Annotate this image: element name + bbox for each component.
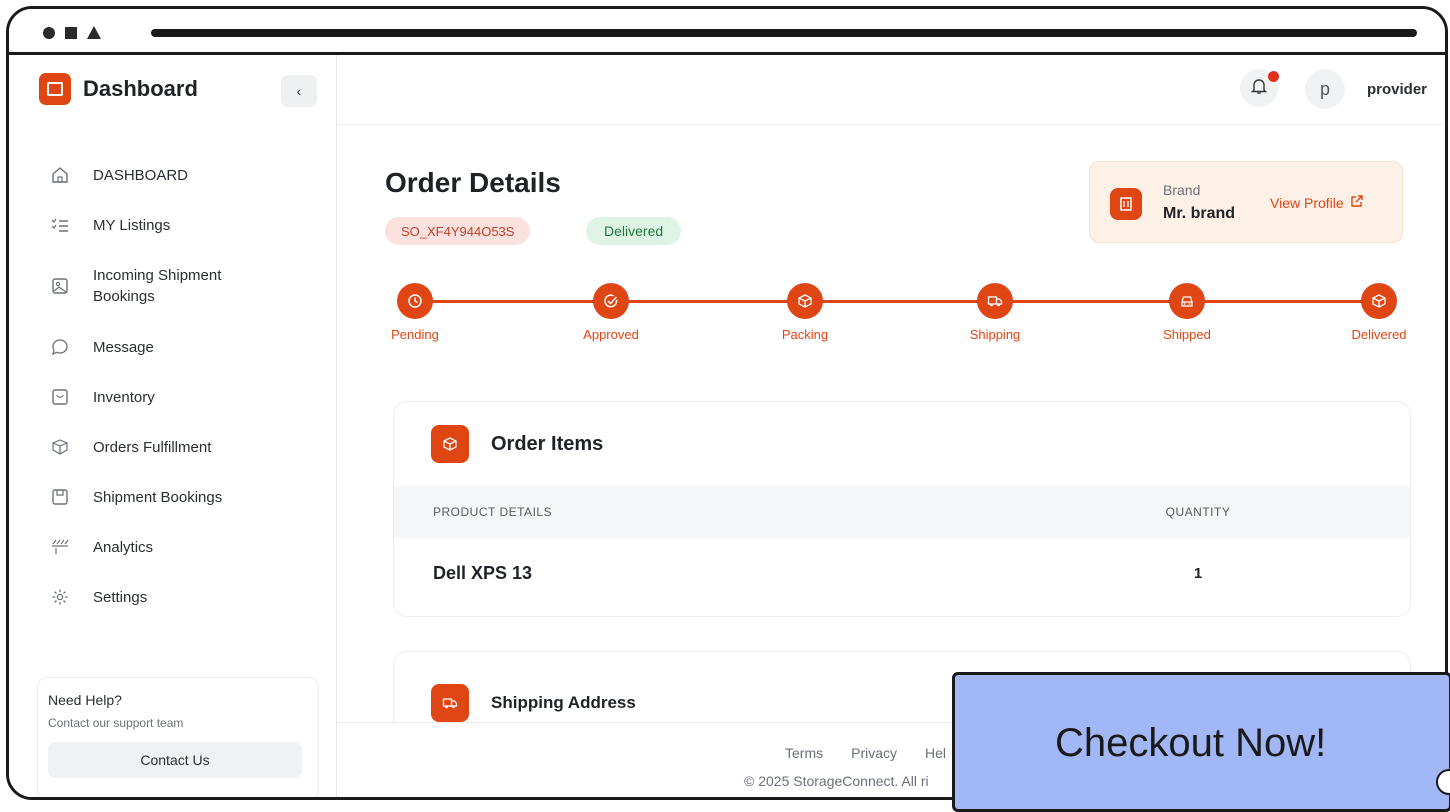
sidebar-item-settings[interactable]: Settings [49,572,273,622]
topbar: p provider [337,55,1445,125]
sidebar-item-label: Analytics [93,538,154,556]
app-logo-icon [39,73,71,105]
package-icon [787,283,823,319]
truck-icon [431,684,469,722]
notification-dot [1268,71,1279,82]
contact-us-button[interactable]: Contact Us [48,742,302,778]
chat-icon [49,336,71,358]
footer-link-terms[interactable]: Terms [785,745,823,761]
window-controls [43,26,101,39]
sidebar-item-label: Message [93,338,154,356]
order-items-title: Order Items [491,432,604,455]
home-icon [49,164,71,186]
notifications-button[interactable] [1240,69,1279,107]
column-header-quantity: QUANTITY [1165,505,1231,519]
view-profile-link[interactable]: View Profile [1270,194,1364,211]
box-icon [49,386,71,408]
brand-name: Mr. brand [1163,205,1236,222]
brand-card: Brand Mr. brand View Profile [1089,161,1403,243]
app-brand[interactable]: Dashboard [39,73,198,105]
sidebar-item-label: Incoming Shipment Bookings [93,267,222,305]
sidebar-item-label: Shipment Bookings [93,488,223,506]
car-icon [1169,283,1205,319]
sidebar-item-incoming-shipment-bookings[interactable]: Incoming Shipment Bookings [49,250,273,322]
external-link-icon [1350,194,1364,211]
footer-link-help[interactable]: Hel [925,745,946,761]
product-name: Dell XPS 13 [433,562,533,583]
order-items-header: Order Items [394,402,1410,486]
booking-icon [49,486,71,508]
check-circle-icon [593,283,629,319]
address-bar[interactable] [151,29,1417,37]
truck-icon [977,283,1013,319]
shipping-address-title: Shipping Address [491,693,636,712]
building-icon [1110,188,1142,220]
step-approved: Approved [566,283,656,342]
sidebar-item-label: DASHBOARD [93,166,189,184]
sidebar-item-inventory[interactable]: Inventory [49,372,273,422]
step-label: Shipped [1163,327,1211,342]
gear-icon [49,586,71,608]
sidebar-item-my-listings[interactable]: MY Listings [49,200,273,250]
step-label: Shipping [969,327,1021,342]
sidebar-item-label: MY Listings [93,216,171,234]
user-name[interactable]: provider [1367,81,1427,98]
help-card: Need Help? Contact our support team Cont… [37,677,319,797]
column-header-product: PRODUCT DETAILS [433,505,553,519]
sidebar-item-orders-fulfillment[interactable]: Orders Fulfillment [49,422,273,472]
page-title: Order Details [385,167,561,198]
sidebar-nav: DASHBOARD MY Listings Incoming Shipment … [49,150,273,622]
package-icon [1361,283,1397,319]
sidebar-item-label: Orders Fulfillment [93,438,212,456]
app-title: Dashboard [83,76,198,101]
table-header: PRODUCT DETAILS QUANTITY [394,486,1410,538]
sidebar-item-label: Settings [93,588,148,606]
image-icon [49,275,71,297]
help-title: Need Help? [48,692,122,708]
avatar[interactable]: p [1305,69,1345,109]
sidebar-item-shipment-bookings[interactable]: Shipment Bookings [49,472,273,522]
window-circle-control[interactable] [43,26,55,39]
view-profile-label: View Profile [1270,194,1344,211]
package-icon [431,425,469,463]
order-items-card: Order Items PRODUCT DETAILS QUANTITY Del… [393,401,1411,617]
checkout-now-label: Checkout Now! [1055,721,1327,765]
footer-link-privacy[interactable]: Privacy [851,745,897,761]
bell-icon [1250,77,1268,100]
step-label: Delivered [1351,327,1407,342]
sidebar: Dashboard ‹ DASHBOARD MY Listings Incomi… [9,55,337,797]
step-label: Approved [583,327,639,342]
footer-copyright: © 2025 StorageConnect. All ri [744,773,929,789]
sidebar-item-label: Inventory [93,388,155,406]
order-progress-tracker: Pending Approved Packing Shipping Shippe… [385,283,1406,343]
step-label: Packing [781,327,829,342]
package-icon [49,436,71,458]
product-quantity: 1 [1193,564,1203,582]
sidebar-item-message[interactable]: Message [49,322,273,372]
step-label: Pending [391,327,439,342]
step-delivered: Delivered [1334,283,1424,342]
window-square-control[interactable] [65,26,77,39]
step-packing: Packing [760,283,850,342]
table-row[interactable]: Dell XPS 13 1 [394,538,1410,608]
step-pending: Pending [370,283,460,342]
list-icon [49,214,71,236]
sidebar-collapse-button[interactable]: ‹ [281,75,317,107]
order-id-badge: SO_XF4Y944O53S [385,217,531,245]
step-shipped: Shipped [1142,283,1232,342]
analytics-icon [49,536,71,558]
close-icon[interactable] [1436,769,1450,795]
clock-icon [397,283,433,319]
window-triangle-control[interactable] [87,26,101,39]
browser-titlebar [9,9,1445,55]
help-subtitle: Contact our support team [48,716,184,730]
sidebar-item-dashboard[interactable]: DASHBOARD [49,150,273,200]
checkout-now-banner[interactable]: Checkout Now! [952,672,1450,812]
footer-links: Terms Privacy Hel [785,745,946,761]
brand-label: Brand [1163,182,1201,198]
sidebar-item-analytics[interactable]: Analytics [49,522,273,572]
step-shipping: Shipping [950,283,1040,342]
status-badge: Delivered [586,217,682,245]
